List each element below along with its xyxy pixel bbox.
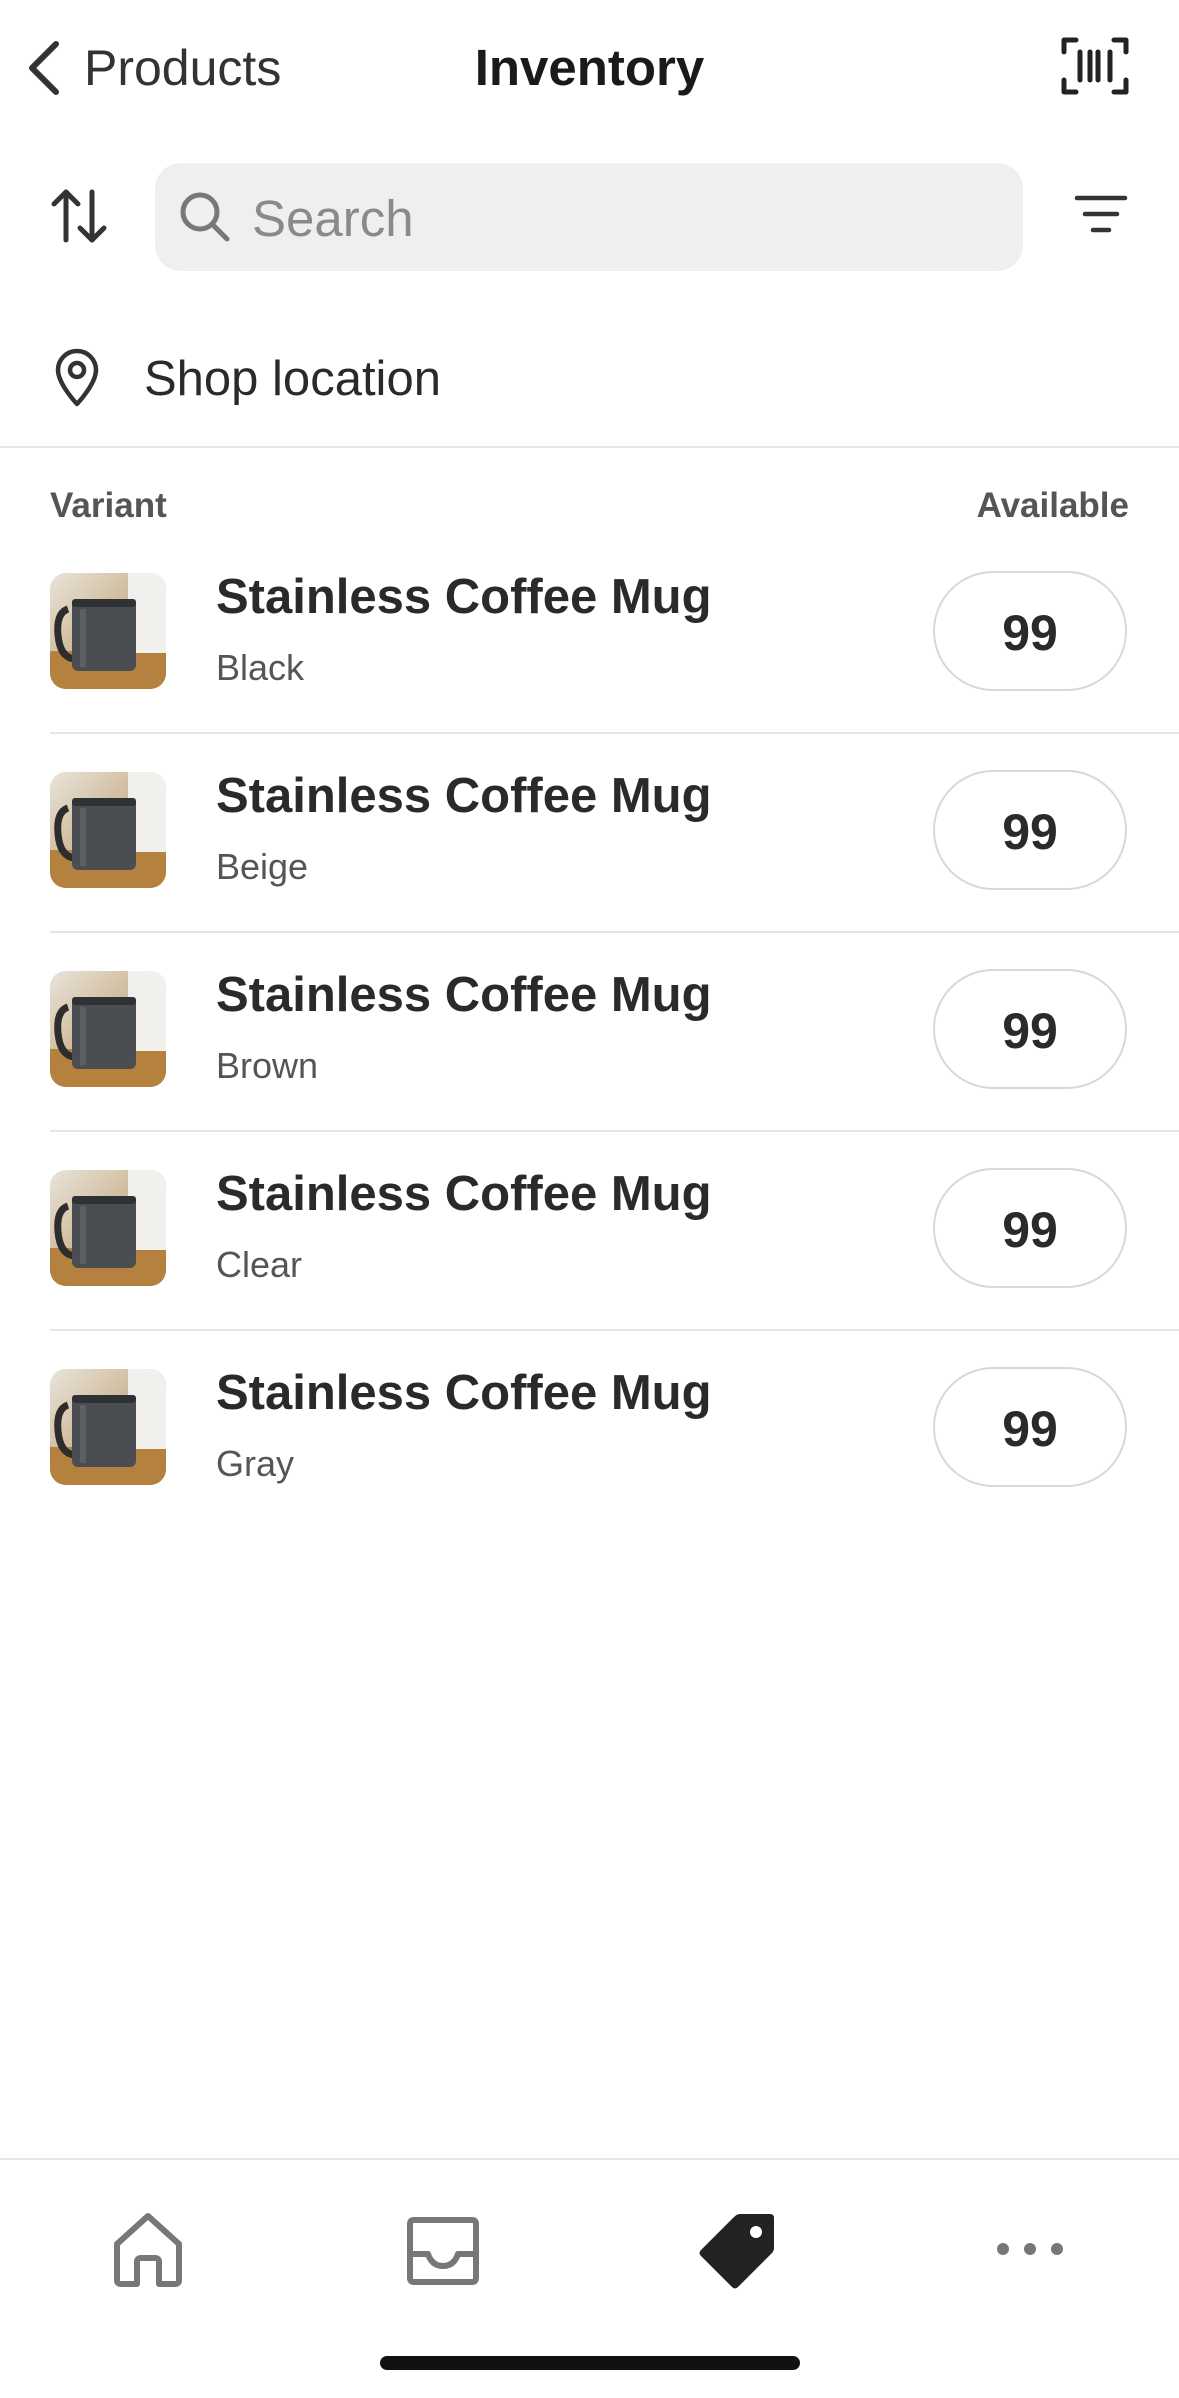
product-thumbnail bbox=[50, 1369, 166, 1485]
tag-icon bbox=[699, 2214, 774, 2289]
list-item[interactable]: Stainless Coffee Mug Beige 99 bbox=[0, 734, 1179, 933]
column-headers: Variant Available bbox=[0, 480, 1179, 530]
product-thumbnail bbox=[50, 573, 166, 689]
available-quantity-field[interactable]: 99 bbox=[933, 1367, 1127, 1487]
product-name: Stainless Coffee Mug bbox=[216, 570, 712, 624]
tab-orders[interactable] bbox=[398, 2204, 488, 2294]
product-thumbnail bbox=[50, 971, 166, 1087]
location-label: Shop location bbox=[144, 352, 441, 406]
product-name: Stainless Coffee Mug bbox=[216, 769, 712, 823]
page-title: Inventory bbox=[474, 39, 705, 96]
variant-list: Stainless Coffee Mug Black 99 Stainless … bbox=[0, 535, 1179, 1530]
list-item[interactable]: Stainless Coffee Mug Clear 99 bbox=[0, 1132, 1179, 1331]
list-item[interactable]: Stainless Coffee Mug Gray 99 bbox=[0, 1331, 1179, 1530]
tab-products[interactable] bbox=[692, 2204, 782, 2294]
variant-name: Gray bbox=[216, 1443, 295, 1484]
available-quantity-field[interactable]: 99 bbox=[933, 571, 1127, 691]
shop-location-selector[interactable]: Shop location bbox=[0, 320, 1179, 448]
product-name: Stainless Coffee Mug bbox=[216, 968, 712, 1022]
product-thumbnail bbox=[50, 772, 166, 888]
list-item[interactable]: Stainless Coffee Mug Black 99 bbox=[0, 535, 1179, 734]
variant-name: Beige bbox=[216, 846, 309, 887]
variant-column-header: Variant bbox=[50, 486, 167, 525]
product-name: Stainless Coffee Mug bbox=[216, 1366, 712, 1420]
product-name: Stainless Coffee Mug bbox=[216, 1167, 712, 1221]
list-item[interactable]: Stainless Coffee Mug Brown 99 bbox=[0, 933, 1179, 1132]
tab-home[interactable] bbox=[103, 2204, 193, 2294]
variant-name: Black bbox=[216, 647, 305, 688]
top-bar: Products Inventory bbox=[0, 0, 1179, 135]
available-quantity-field[interactable]: 99 bbox=[933, 770, 1127, 890]
location-pin-icon bbox=[55, 348, 99, 407]
product-thumbnail bbox=[50, 1170, 166, 1286]
search-input[interactable] bbox=[250, 163, 994, 273]
home-indicator bbox=[380, 2356, 800, 2370]
tab-more[interactable] bbox=[985, 2204, 1075, 2294]
home-icon bbox=[114, 2213, 182, 2287]
variant-name: Brown bbox=[216, 1045, 319, 1086]
inbox-icon bbox=[407, 2217, 479, 2285]
available-column-header: Available bbox=[976, 486, 1129, 525]
search-icon bbox=[180, 192, 230, 242]
filter-icon[interactable] bbox=[1073, 190, 1129, 240]
search-field[interactable] bbox=[155, 163, 1023, 273]
variant-name: Clear bbox=[216, 1244, 303, 1285]
search-row bbox=[0, 160, 1179, 273]
available-quantity-field[interactable]: 99 bbox=[933, 1168, 1127, 1288]
available-quantity-field[interactable]: 99 bbox=[933, 969, 1127, 1089]
more-icon bbox=[997, 2243, 1063, 2255]
barcode-scan-icon[interactable] bbox=[1060, 36, 1130, 96]
sort-icon[interactable] bbox=[48, 184, 110, 248]
